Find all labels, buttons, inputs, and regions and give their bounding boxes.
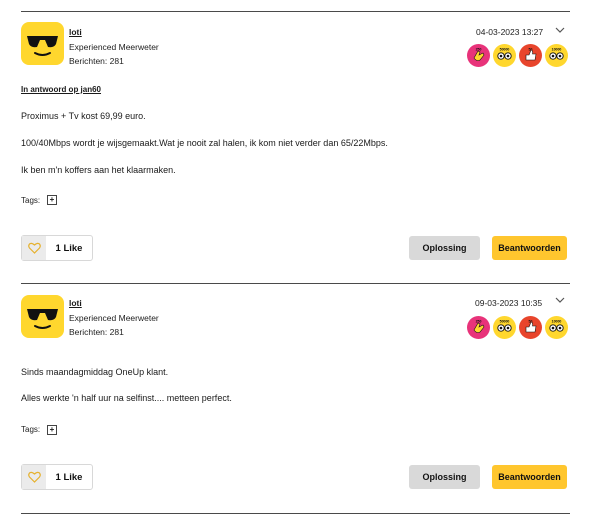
thumb-badge-icon[interactable]: 50 bbox=[519, 44, 542, 67]
chevron-down-icon[interactable] bbox=[555, 26, 565, 34]
author-post-count: Berichten: 281 bbox=[69, 327, 124, 337]
eyes-badge-icon[interactable]: 50000 bbox=[493, 44, 516, 67]
avatar[interactable] bbox=[21, 22, 64, 65]
like-count[interactable]: 1 Like bbox=[46, 236, 92, 260]
solution-button[interactable]: Oplossing bbox=[409, 236, 480, 260]
solution-button[interactable]: Oplossing bbox=[409, 465, 480, 489]
post-body-line: Ik ben m'n koffers aan het klaarmaken. bbox=[21, 165, 176, 175]
thumb-badge-icon[interactable]: 50 bbox=[519, 316, 542, 339]
avatar[interactable] bbox=[21, 295, 64, 338]
sunglasses-face-icon bbox=[27, 309, 58, 329]
badge-value: 50 bbox=[529, 320, 533, 324]
like-control: 1 Like bbox=[21, 235, 93, 261]
heart-icon[interactable] bbox=[22, 465, 46, 489]
reply-button[interactable]: Beantwoorden bbox=[492, 236, 567, 260]
badge-value: 50000 bbox=[500, 48, 510, 52]
author-post-count: Berichten: 281 bbox=[69, 56, 124, 66]
post-body-line: 100/40Mbps wordt je wijsgemaakt.Wat je n… bbox=[21, 138, 388, 148]
post-date: 09-03-2023 10:35 bbox=[475, 298, 543, 308]
heart-icon[interactable] bbox=[22, 236, 46, 260]
post-date: 04-03-2023 13:27 bbox=[476, 27, 544, 37]
badges: 250 50000 50 10000 bbox=[467, 44, 568, 67]
add-tag-button[interactable]: + bbox=[47, 195, 57, 205]
badge-value: 50 bbox=[529, 48, 533, 52]
like-control: 1 Like bbox=[21, 464, 93, 490]
post-body-line: Sinds maandagmiddag OneUp klant. bbox=[21, 367, 169, 377]
post-divider bbox=[21, 513, 570, 514]
reply-button[interactable]: Beantwoorden bbox=[492, 465, 567, 489]
like-count[interactable]: 1 Like bbox=[46, 465, 92, 489]
hand-badge-icon[interactable]: 250 bbox=[467, 316, 490, 339]
post-divider bbox=[21, 11, 570, 12]
chevron-down-icon[interactable] bbox=[555, 296, 565, 304]
eyes-badge-icon[interactable]: 50000 bbox=[493, 316, 516, 339]
tags-label: Tags: bbox=[21, 196, 41, 205]
badge-value: 50000 bbox=[500, 320, 510, 324]
hand-badge-icon[interactable]: 250 bbox=[467, 44, 490, 67]
eyes-badge-icon[interactable]: 10000 bbox=[545, 316, 568, 339]
sunglasses-face-icon bbox=[27, 36, 58, 56]
author-rank: Experienced Meerweter bbox=[69, 313, 159, 323]
badge-value: 10000 bbox=[552, 320, 562, 324]
post-divider bbox=[21, 283, 570, 284]
author-name[interactable]: loti bbox=[69, 298, 82, 308]
add-tag-button[interactable]: + bbox=[47, 425, 57, 435]
tags-label: Tags: bbox=[21, 425, 41, 434]
post-body-line: Proximus + Tv kost 69,99 euro. bbox=[21, 111, 146, 121]
author-rank: Experienced Meerweter bbox=[69, 42, 159, 52]
badge-value: 10000 bbox=[552, 48, 562, 52]
badge-value: 250 bbox=[476, 48, 482, 52]
reply-to-link[interactable]: In antwoord op jan60 bbox=[21, 85, 101, 94]
post-body-line: Alles werkte 'n half uur na selfinst....… bbox=[21, 393, 232, 403]
author-name[interactable]: loti bbox=[69, 27, 82, 37]
badge-value: 250 bbox=[476, 320, 482, 324]
badges: 250 50000 50 10000 bbox=[467, 316, 568, 339]
eyes-badge-icon[interactable]: 10000 bbox=[545, 44, 568, 67]
